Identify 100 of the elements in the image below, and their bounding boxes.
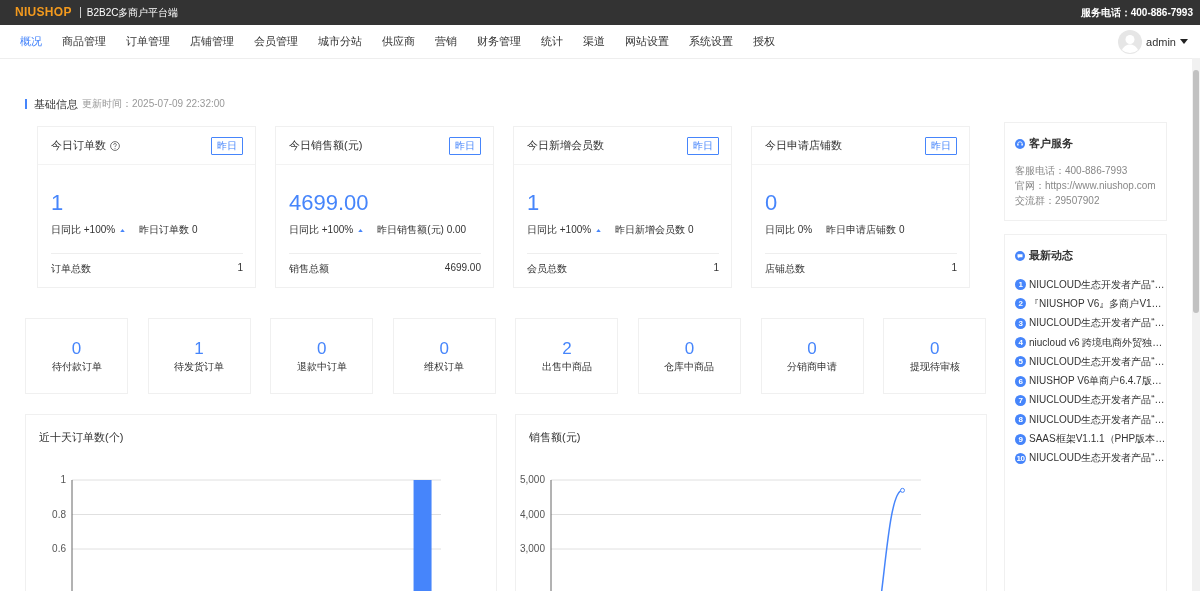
quick-stat-value: 2 xyxy=(562,338,572,358)
quick-stat-value: 0 xyxy=(316,338,327,358)
nav-tab[interactable]: 城市分站 xyxy=(308,34,372,49)
news-link[interactable]: 2 『NIUSHOP V6』多商户V1… xyxy=(1015,294,1162,314)
news-link-text[interactable]: NIUCLOUD生态开发者产品“… xyxy=(1029,316,1165,331)
help-icon[interactable] xyxy=(110,140,120,151)
nav-tab[interactable]: 统计 xyxy=(531,34,573,49)
service-info: 交流群：29507902 xyxy=(1015,194,1101,208)
nav-tab[interactable]: 会员管理 xyxy=(244,34,308,49)
quick-stat-card[interactable]: 0 待付款订单 xyxy=(25,318,128,394)
total-value: 1 xyxy=(951,262,957,275)
quick-stat-card[interactable]: 0 仓库中商品 xyxy=(637,318,741,394)
nav-tab[interactable]: 授权 xyxy=(743,34,785,49)
y-tick-label: 5,000 xyxy=(519,474,545,485)
nav-tab[interactable]: 供应商 xyxy=(372,34,425,49)
nav-tab[interactable]: 系统设置 xyxy=(679,34,743,49)
day-compare: 日同比 +100% xyxy=(527,223,592,237)
news-link[interactable]: 10 NIUCLOUD生态开发者产品“… xyxy=(1015,448,1162,468)
news-link-text[interactable]: niucloud v6 跨境电商外贸独… xyxy=(1029,335,1163,350)
number-badge: 2 xyxy=(1015,298,1026,310)
y-tick-label: 0.6 xyxy=(52,543,66,554)
quick-stat-label: 待付款订单 xyxy=(51,359,102,374)
total-label: 销售总额 xyxy=(289,262,329,276)
news-link[interactable]: 3 NIUCLOUD生态开发者产品“… xyxy=(1015,313,1162,333)
quick-stat-card[interactable]: 0 退款中订单 xyxy=(270,318,374,394)
y-tick-label: 4,000 xyxy=(519,508,545,520)
user-name[interactable]: admin xyxy=(1146,35,1176,48)
nav-tab[interactable]: 网站设置 xyxy=(615,34,679,49)
stat-value: 0 xyxy=(765,190,779,216)
news-link-text[interactable]: NIUCLOUD生态开发者产品“… xyxy=(1029,451,1165,466)
news-link-text[interactable]: NIUSHOP V6单商户6.4.7版… xyxy=(1029,374,1162,389)
news-link[interactable]: 1 NIUCLOUD生态开发者产品“… xyxy=(1015,275,1162,295)
news-link-text[interactable]: NIUCLOUD生态开发者产品“… xyxy=(1029,277,1165,292)
service-info: 官网：https://www.niushop.com xyxy=(1015,179,1157,193)
quick-stat-label: 出售中商品 xyxy=(541,359,592,374)
total-value: 1 xyxy=(713,262,719,275)
service-hotline: 服务电话：400-886-7993 xyxy=(1080,5,1193,20)
news-link[interactable]: 5 NIUCLOUD生态开发者产品“… xyxy=(1015,352,1162,372)
news-link-text[interactable]: NIUCLOUD生态开发者产品“… xyxy=(1029,354,1165,369)
yesterday-button[interactable]: 昨日 xyxy=(449,136,481,155)
day-compare: 日同比 0% xyxy=(765,223,813,237)
news-title: 最新动态 xyxy=(1029,248,1073,263)
news-link-text[interactable]: NIUCLOUD生态开发者产品“… xyxy=(1029,412,1165,427)
nav-tab[interactable]: 订单管理 xyxy=(116,34,180,49)
number-badge: 6 xyxy=(1015,375,1026,387)
number-badge: 9 xyxy=(1015,433,1026,445)
avatar-icon[interactable] xyxy=(1118,29,1143,54)
nav-tab[interactable]: 商品管理 xyxy=(52,34,116,49)
yesterday-value: 昨日订单数 0 xyxy=(139,223,198,237)
number-badge: 7 xyxy=(1015,394,1026,406)
quick-stat-card[interactable]: 0 提现待审核 xyxy=(883,318,987,394)
scrollbar-thumb[interactable] xyxy=(1193,70,1199,313)
news-link[interactable]: 8 NIUCLOUD生态开发者产品“… xyxy=(1015,410,1162,430)
news-link[interactable]: 7 NIUCLOUD生态开发者产品“… xyxy=(1015,390,1162,411)
number-badge: 10 xyxy=(1015,452,1026,464)
y-tick-label: 3,000 xyxy=(519,543,545,554)
service-title: 客户服务 xyxy=(1029,136,1073,151)
quick-stat-card[interactable]: 1 待发货订单 xyxy=(147,318,251,394)
total-label: 会员总数 xyxy=(527,262,567,276)
quick-stat-value: 0 xyxy=(929,338,940,358)
chart-title: 近十天订单数(个) xyxy=(39,430,124,445)
caret-icon[interactable] xyxy=(1180,39,1188,44)
service-info: 客服电话：400-886-7993 xyxy=(1015,164,1129,178)
section-title: 基础信息 xyxy=(34,96,78,112)
stat-value: 1 xyxy=(51,190,65,216)
stat-title: 今日新增会员数 xyxy=(527,138,604,153)
number-badge: 3 xyxy=(1015,317,1026,329)
total-label: 订单总数 xyxy=(51,262,91,276)
y-tick-label: 1 xyxy=(60,474,66,485)
total-value: 4699.00 xyxy=(444,262,481,275)
day-compare: 日同比 +100% xyxy=(289,223,354,237)
news-link[interactable]: 4 niucloud v6 跨境电商外贸独… xyxy=(1015,332,1162,353)
news-link-text[interactable]: NIUCLOUD生态开发者产品“… xyxy=(1029,393,1165,408)
yesterday-button[interactable]: 昨日 xyxy=(687,136,719,155)
y-tick-label: 0.8 xyxy=(52,508,66,520)
yesterday-value: 昨日销售额(元) 0.00 xyxy=(377,223,467,237)
quick-stat-label: 待发货订单 xyxy=(174,359,225,374)
yesterday-button[interactable]: 昨日 xyxy=(925,136,957,155)
nav-tab[interactable]: 财务管理 xyxy=(467,34,531,49)
quick-stat-value: 0 xyxy=(807,338,817,358)
yesterday-button[interactable]: 昨日 xyxy=(211,136,243,155)
quick-stat-label: 退款中订单 xyxy=(296,359,347,374)
quick-stat-label: 仓库中商品 xyxy=(664,359,715,374)
quick-stat-card[interactable]: 0 分销商申请 xyxy=(760,318,864,394)
news-link-text[interactable]: 『NIUSHOP V6』多商户V1… xyxy=(1029,296,1162,311)
quick-stat-card[interactable]: 2 出售中商品 xyxy=(515,318,619,394)
nav-tab[interactable]: 概况 xyxy=(10,34,52,49)
news-link[interactable]: 6 NIUSHOP V6单商户6.4.7版… xyxy=(1015,371,1162,391)
scrollbar[interactable] xyxy=(1192,58,1200,591)
nav-tab[interactable]: 营销 xyxy=(425,34,467,49)
speech-bubble-icon xyxy=(1015,250,1025,261)
quick-stat-card[interactable]: 0 维权订单 xyxy=(392,318,496,394)
nav-tab[interactable]: 店铺管理 xyxy=(180,34,244,49)
total-value: 1 xyxy=(237,262,243,275)
quick-stat-value: 0 xyxy=(439,338,449,358)
chart-title: 销售额(元) xyxy=(529,430,581,445)
day-compare: 日同比 +100% xyxy=(51,223,116,237)
logo: NIUSHOP xyxy=(15,7,81,18)
nav-tab[interactable]: 渠道 xyxy=(573,34,615,49)
stat-title: 今日订单数 xyxy=(51,138,106,153)
